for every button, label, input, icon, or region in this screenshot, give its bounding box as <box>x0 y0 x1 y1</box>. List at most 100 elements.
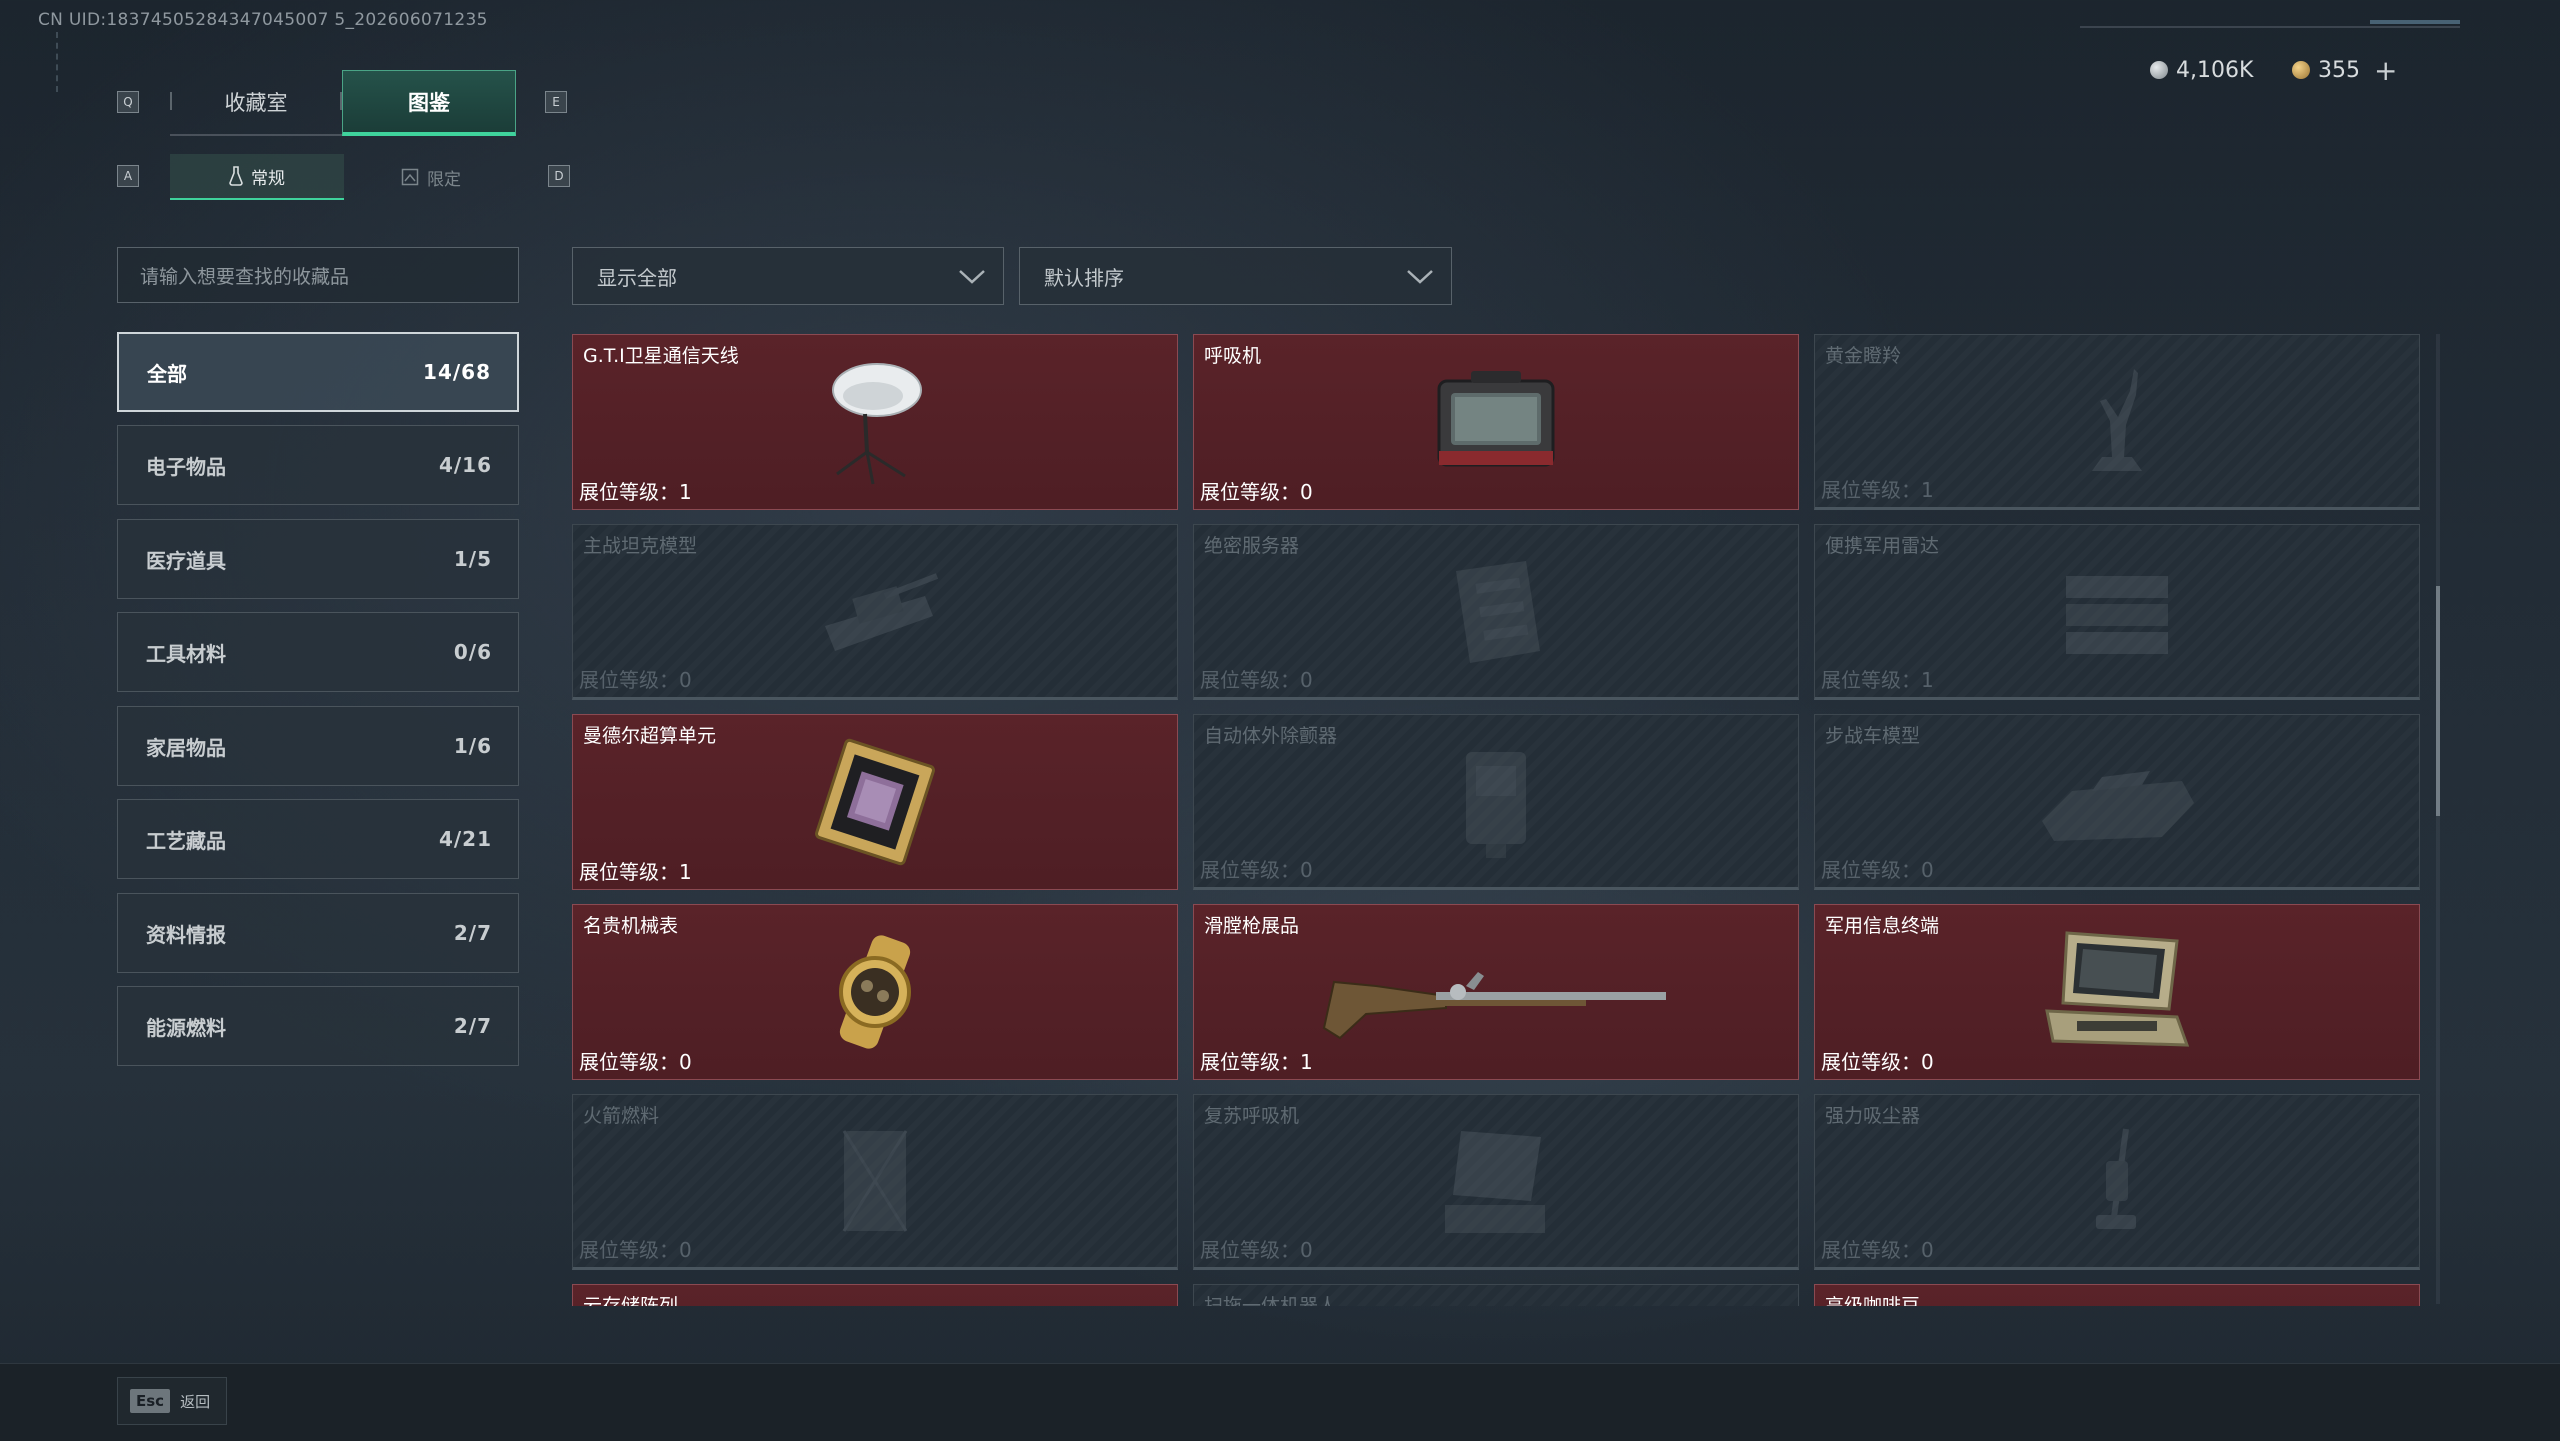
item-level: 展位等级：1 <box>1821 478 1934 502</box>
radar-icon <box>1815 545 2419 677</box>
item-name: 扫拖一体机器人 <box>1204 1295 1338 1306</box>
scrollbar-track[interactable] <box>2436 334 2440 1304</box>
subtab-regular-label: 常规 <box>251 168 285 189</box>
show-filter-value: 显示全部 <box>597 265 677 290</box>
scrollbar-thumb[interactable] <box>2436 586 2440 816</box>
item-card[interactable]: 步战车模型 展位等级：0 <box>1814 714 2420 890</box>
item-card[interactable]: 复苏呼吸机 展位等级：0 <box>1193 1094 1799 1270</box>
uid-label: CN UID:18374505284347045007 5_2026060712… <box>38 10 488 30</box>
category-label: 电子物品 <box>146 454 226 479</box>
item-level: 展位等级：0 <box>1821 1238 1934 1262</box>
show-filter-dropdown[interactable]: 显示全部 <box>572 247 1004 305</box>
military-terminal-icon <box>1815 925 2419 1059</box>
item-level: 展位等级：1 <box>579 860 692 884</box>
watch-icon <box>573 925 1177 1059</box>
hotkey-a: A <box>117 165 139 187</box>
item-level: 展位等级：0 <box>579 668 692 692</box>
category-label: 资料情报 <box>146 922 226 947</box>
item-card[interactable]: 强力吸尘器 展位等级：0 <box>1814 1094 2420 1270</box>
flask-icon <box>229 166 243 186</box>
ventilator-icon <box>1194 355 1798 489</box>
gold-coin-icon <box>2292 61 2310 79</box>
item-card[interactable]: 主战坦克模型 展位等级：0 <box>572 524 1178 700</box>
tab-collection-room[interactable]: 收藏室 <box>170 70 342 136</box>
category-count: 1/6 <box>453 734 492 758</box>
item-card[interactable]: 自动体外除颤器 展位等级：0 <box>1193 714 1799 890</box>
resuscitator-icon <box>1194 1115 1798 1247</box>
item-name: 云存储阵列 <box>583 1295 679 1306</box>
category-household[interactable]: 家居物品 1/6 <box>117 706 519 786</box>
category-label: 医疗道具 <box>146 548 226 573</box>
hotkey-d: D <box>548 165 570 187</box>
tab-codex[interactable]: 图鉴 <box>342 70 516 136</box>
item-card[interactable]: 云存储阵列 <box>572 1284 1178 1306</box>
item-card[interactable]: 高级咖啡豆 <box>1814 1284 2420 1306</box>
item-card[interactable]: 黄金瞪羚 展位等级：1 <box>1814 334 2420 510</box>
item-card[interactable]: G.T.I卫星通信天线 展位等级：1 <box>572 334 1178 510</box>
add-currency-button[interactable]: + <box>2374 54 2397 87</box>
silver-coin-icon <box>2150 61 2168 79</box>
item-card[interactable]: 呼吸机 展位等级：0 <box>1193 334 1799 510</box>
ifv-model-icon <box>1815 735 2419 867</box>
category-electronics[interactable]: 电子物品 4/16 <box>117 425 519 505</box>
item-level: 展位等级：1 <box>579 480 692 504</box>
server-icon <box>1194 545 1798 677</box>
category-count: 1/5 <box>453 547 492 571</box>
esc-key: Esc <box>130 1389 171 1413</box>
subtab-limited[interactable]: 限定 <box>346 154 516 200</box>
rocket-fuel-icon <box>573 1115 1177 1247</box>
chevron-down-icon <box>959 270 985 284</box>
category-count: 2/7 <box>453 921 492 945</box>
silver-amount: 4,106K <box>2176 57 2254 83</box>
category-label: 全部 <box>147 361 187 386</box>
category-count: 0/6 <box>453 640 492 664</box>
item-card[interactable]: 便携军用雷达 展位等级：1 <box>1814 524 2420 700</box>
category-energy[interactable]: 能源燃料 2/7 <box>117 986 519 1066</box>
category-intel[interactable]: 资料情报 2/7 <box>117 893 519 973</box>
item-level: 展位等级：0 <box>1821 1050 1934 1074</box>
item-card[interactable]: 军用信息终端 展位等级：0 <box>1814 904 2420 1080</box>
satellite-dish-icon <box>573 355 1177 489</box>
sort-dropdown[interactable]: 默认排序 <box>1019 247 1452 305</box>
vacuum-icon <box>1815 1115 2419 1247</box>
item-card[interactable]: 名贵机械表 展位等级：0 <box>572 904 1178 1080</box>
item-level: 展位等级：0 <box>579 1050 692 1074</box>
collection-grid: G.T.I卫星通信天线 展位等级：1 呼吸机 展位等级：0 黄金瞪羚 展位等级：… <box>572 334 2424 1306</box>
musket-icon <box>1194 925 1798 1059</box>
category-count: 4/16 <box>438 453 492 477</box>
item-card[interactable]: 扫拖一体机器人 <box>1193 1284 1799 1306</box>
item-card[interactable]: 绝密服务器 展位等级：0 <box>1193 524 1799 700</box>
item-level: 展位等级：0 <box>1200 858 1313 882</box>
search-input[interactable]: 请输入想要查找的收藏品 <box>117 247 519 303</box>
chevron-down-icon <box>1407 270 1433 284</box>
category-all[interactable]: 全部 14/68 <box>117 332 519 412</box>
category-crafts[interactable]: 工艺藏品 4/21 <box>117 799 519 879</box>
category-label: 工艺藏品 <box>146 828 226 853</box>
gazelle-statue-icon <box>1815 355 2419 487</box>
item-card[interactable]: 火箭燃料 展位等级：0 <box>572 1094 1178 1270</box>
limited-icon <box>401 168 419 186</box>
tank-model-icon <box>573 545 1177 677</box>
supercomputer-unit-icon <box>573 735 1177 869</box>
subtab-limited-label: 限定 <box>427 169 461 190</box>
item-level: 展位等级：1 <box>1200 1050 1313 1074</box>
subtab-regular[interactable]: 常规 <box>170 154 344 200</box>
decorative-mark <box>56 32 62 92</box>
item-name: 高级咖啡豆 <box>1825 1295 1921 1306</box>
item-card[interactable]: 曼德尔超算单元 展位等级：1 <box>572 714 1178 890</box>
sort-value: 默认排序 <box>1044 265 1124 290</box>
bottom-bar <box>0 1363 2560 1441</box>
category-label: 家居物品 <box>146 735 226 760</box>
defibrillator-icon <box>1194 735 1798 867</box>
item-level: 展位等级：0 <box>1821 858 1934 882</box>
category-tools[interactable]: 工具材料 0/6 <box>117 612 519 692</box>
hotkey-q: Q <box>117 91 139 113</box>
category-medical[interactable]: 医疗道具 1/5 <box>117 519 519 599</box>
item-card[interactable]: 滑膛枪展品 展位等级：1 <box>1193 904 1799 1080</box>
back-button[interactable]: Esc 返回 <box>117 1377 227 1425</box>
back-label: 返回 <box>180 1392 211 1411</box>
item-level: 展位等级：0 <box>1200 480 1313 504</box>
gold-currency: 355 + <box>2292 54 2397 87</box>
item-level: 展位等级：0 <box>1200 1238 1313 1262</box>
item-level: 展位等级：1 <box>1821 668 1934 692</box>
